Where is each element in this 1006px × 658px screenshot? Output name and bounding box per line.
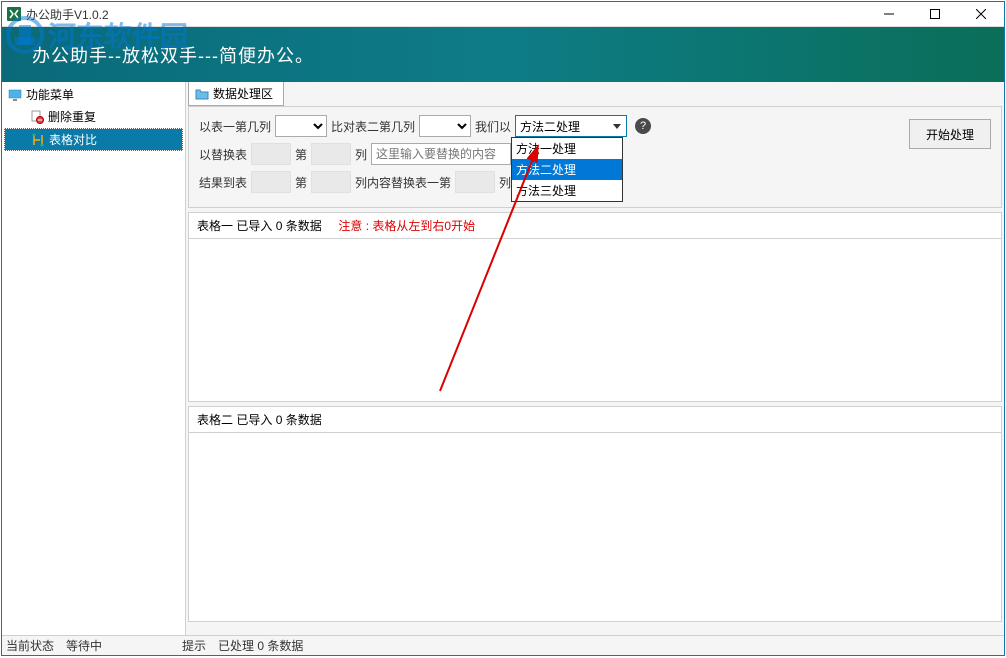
sidebar-item-label: 表格对比 bbox=[49, 131, 97, 148]
page-delete-icon bbox=[30, 110, 44, 124]
label-content-replace: 列内容替换表一第 bbox=[355, 174, 451, 191]
method-dropdown: 方法一处理 方法二处理 方法三处理 bbox=[511, 137, 623, 202]
table2-title-prefix: 表格二 已导入 bbox=[197, 413, 272, 427]
select-table2-column[interactable] bbox=[419, 115, 471, 137]
select-content-col[interactable] bbox=[455, 171, 495, 193]
table2-title-suffix: 条数据 bbox=[286, 413, 322, 427]
window-title: 办公助手V1.0.2 bbox=[26, 6, 866, 23]
label-we-use: 我们以 bbox=[475, 118, 511, 135]
monitor-icon bbox=[8, 88, 22, 102]
label-table2-col: 比对表二第几列 bbox=[331, 118, 415, 135]
config-panel: 以表一第几列 比对表二第几列 我们以 方法二处理 方法一处理 方法二处理 bbox=[188, 106, 1002, 208]
tip-value: 已处理 0 条数据 bbox=[218, 637, 303, 654]
titlebar: 办公助手V1.0.2 bbox=[2, 2, 1004, 27]
tip-label: 提示 bbox=[182, 637, 206, 654]
folder-icon bbox=[195, 87, 209, 101]
label-result-to: 结果到表 bbox=[199, 174, 247, 191]
help-icon[interactable]: ? bbox=[635, 118, 651, 134]
sidebar-item-label: 删除重复 bbox=[48, 108, 96, 125]
table1-count: 0 bbox=[276, 219, 283, 233]
input-replace-content[interactable] bbox=[371, 143, 511, 165]
banner: 河东软件园 办公助手--放松双手---简便办公。 bbox=[2, 27, 1004, 82]
dropdown-item-method2[interactable]: 方法二处理 bbox=[512, 159, 622, 180]
label-replace-table: 以替换表 bbox=[199, 146, 247, 163]
select-table1-column[interactable] bbox=[275, 115, 327, 137]
sidebar-item-delete-duplicate[interactable]: 删除重复 bbox=[4, 106, 183, 127]
status-label: 当前状态 bbox=[6, 637, 54, 654]
dropdown-item-method3[interactable]: 方法三处理 bbox=[512, 180, 622, 201]
select-replace-col[interactable] bbox=[311, 143, 351, 165]
status-value: 等待中 bbox=[66, 637, 102, 654]
table1-title-prefix: 表格一 已导入 bbox=[197, 219, 272, 233]
tab-label: 数据处理区 bbox=[213, 85, 273, 102]
maximize-button[interactable] bbox=[912, 2, 958, 27]
label-lie1: 列 bbox=[355, 146, 367, 163]
compare-icon bbox=[31, 133, 45, 147]
table1-title-suffix: 条数据 bbox=[286, 219, 322, 233]
select-result-col[interactable] bbox=[311, 171, 351, 193]
table1-note: 注意 : 表格从左到右0开始 bbox=[338, 219, 475, 233]
sidebar-item-table-compare[interactable]: 表格对比 bbox=[4, 128, 183, 151]
table1-section: 表格一 已导入 0 条数据 注意 : 表格从左到右0开始 bbox=[188, 212, 1002, 402]
label-di1: 第 bbox=[295, 146, 307, 163]
table2-section: 表格二 已导入 0 条数据 bbox=[188, 406, 1002, 622]
tree-root[interactable]: 功能菜单 bbox=[4, 84, 183, 105]
select-replace-table[interactable] bbox=[251, 143, 291, 165]
dropdown-item-method1[interactable]: 方法一处理 bbox=[512, 138, 622, 159]
app-icon bbox=[6, 6, 22, 22]
select-method-value: 方法二处理 bbox=[520, 118, 580, 135]
tab-data-processing[interactable]: 数据处理区 bbox=[188, 82, 284, 106]
minimize-button[interactable] bbox=[866, 2, 912, 27]
sidebar: 功能菜单 删除重复 表格对比 bbox=[2, 82, 186, 635]
table2-header: 表格二 已导入 0 条数据 bbox=[189, 407, 1001, 433]
banner-text: 办公助手--放松双手---简便办公。 bbox=[32, 42, 314, 68]
label-di2: 第 bbox=[295, 174, 307, 191]
start-button[interactable]: 开始处理 bbox=[909, 119, 991, 149]
select-result-table[interactable] bbox=[251, 171, 291, 193]
table2-count: 0 bbox=[276, 413, 283, 427]
select-method[interactable]: 方法二处理 bbox=[515, 115, 627, 137]
table1-header: 表格一 已导入 0 条数据 注意 : 表格从左到右0开始 bbox=[189, 213, 1001, 239]
close-button[interactable] bbox=[958, 2, 1004, 27]
statusbar: 当前状态 等待中 提示 已处理 0 条数据 bbox=[2, 635, 1004, 655]
label-table1-col: 以表一第几列 bbox=[199, 118, 271, 135]
tree-root-label: 功能菜单 bbox=[26, 86, 74, 103]
